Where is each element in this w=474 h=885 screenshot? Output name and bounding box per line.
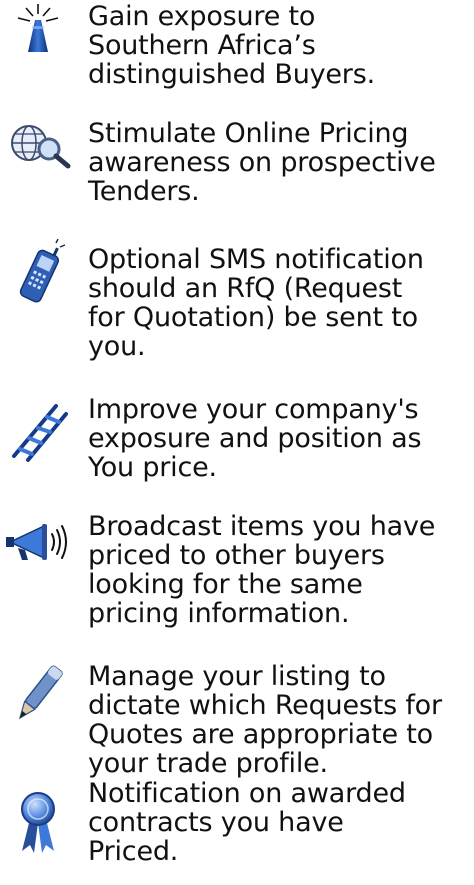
feature-text: Broadcast items you have priced to other… (88, 511, 436, 629)
ladder-icon (4, 398, 74, 468)
feature-text: Manage your listing to dictate which Req… (88, 661, 442, 779)
feature-text: Notification on awarded contracts you ha… (88, 778, 406, 867)
lighthouse-icon (4, 2, 74, 72)
feature-text: Improve your company's exposure and posi… (88, 394, 422, 483)
mobile-phone-icon (4, 239, 74, 309)
globe-search-icon (4, 119, 74, 189)
megaphone-icon (4, 508, 74, 578)
feature-text: Optional SMS notification should an RfQ … (88, 244, 424, 362)
feature-text: Gain exposure to Southern Africa’s disti… (88, 1, 375, 90)
pen-icon (4, 660, 74, 730)
feature-text: Stimulate Online Pricing awareness on pr… (88, 118, 436, 207)
award-ribbon-icon (4, 785, 74, 855)
